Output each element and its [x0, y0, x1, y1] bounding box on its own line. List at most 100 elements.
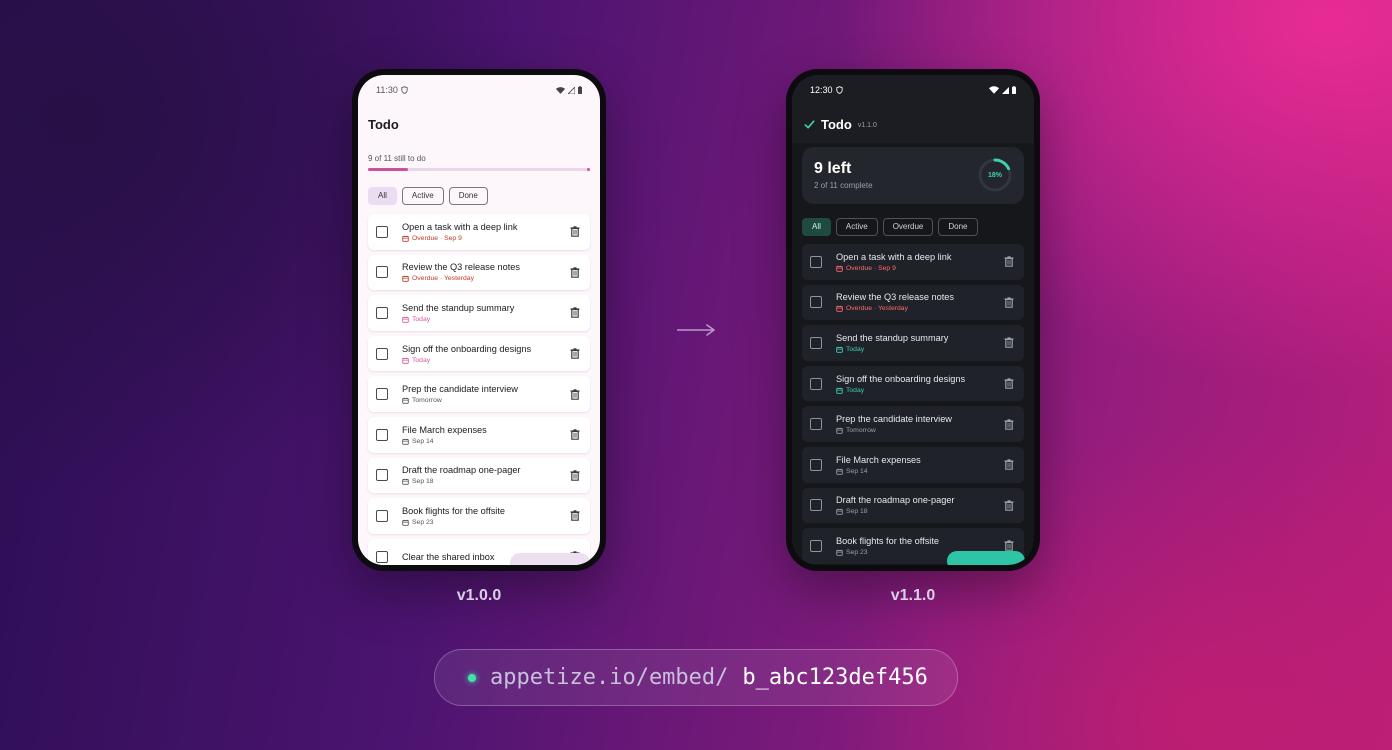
calendar-icon	[836, 427, 843, 434]
task-checkbox[interactable]	[810, 499, 822, 512]
task-text: Draft the roadmap one-pager Sep 18	[402, 465, 570, 485]
shield-icon	[835, 86, 843, 94]
filter-chips: All Active Done	[358, 171, 600, 205]
task-title: Draft the roadmap one-pager	[836, 495, 955, 506]
task-checkbox[interactable]	[810, 296, 822, 309]
task-checkbox[interactable]	[810, 336, 822, 349]
task-checkbox[interactable]	[376, 225, 388, 238]
task-due-label: Tomorrow	[846, 427, 876, 435]
task-checkbox[interactable]	[810, 255, 822, 268]
task-checkbox[interactable]	[810, 539, 822, 552]
calendar-icon	[836, 265, 843, 272]
task-row[interactable]: Send the standup summary Today	[368, 295, 590, 331]
filter-chip-active[interactable]: Active	[401, 187, 444, 205]
task-checkbox[interactable]	[810, 377, 822, 390]
task-row[interactable]: Open a task with a deep link Overdue · Se…	[802, 244, 1024, 280]
task-checkbox[interactable]	[376, 428, 388, 441]
filter-chip-all[interactable]: All	[368, 187, 397, 205]
phone-v1-0-0: 11:30 Todo 9 of 11 still to do All Active…	[352, 69, 606, 571]
trash-icon[interactable]	[570, 267, 580, 278]
task-title: Prep the candidate interview	[402, 384, 518, 395]
page-title: Todo	[368, 117, 399, 132]
task-due-label: Overdue · Yesterday	[412, 275, 474, 283]
trash-icon[interactable]	[570, 470, 580, 481]
calendar-icon	[836, 468, 843, 475]
task-text: Book flights for the offsite Sep 23	[402, 506, 570, 526]
task-due: Tomorrow	[402, 397, 570, 404]
add-task-fab[interactable]	[947, 551, 1025, 565]
task-due: Today	[402, 357, 570, 364]
summary-card: 9 left 2 of 11 complete 18%	[802, 147, 1024, 204]
calendar-icon	[836, 509, 843, 516]
task-row[interactable]: Book flights for the offsite Sep 23	[368, 498, 590, 534]
task-row[interactable]: Draft the roadmap one-pager Sep 18	[802, 487, 1024, 524]
calendar-icon	[402, 519, 409, 526]
task-row[interactable]: Prep the candidate interview Tomorrow	[368, 376, 590, 412]
version-label-left: v1.0.0	[456, 587, 502, 604]
version-badge: v1.1.0	[857, 121, 877, 129]
filter-chip-active[interactable]: Active	[835, 218, 878, 236]
wifi-icon	[556, 86, 565, 94]
task-text: File March expenses Sep 14	[836, 455, 1004, 475]
task-due: Today	[836, 346, 1004, 353]
trash-icon[interactable]	[1004, 256, 1014, 268]
task-checkbox[interactable]	[376, 469, 388, 482]
app-bar: Todo v1.1.0	[792, 105, 1034, 143]
trash-icon[interactable]	[1004, 378, 1014, 389]
task-row[interactable]: Review the Q3 release notes Overdue · Yes…	[802, 284, 1024, 321]
calendar-icon	[836, 387, 843, 394]
task-row[interactable]: File March expenses Sep 14	[802, 446, 1024, 483]
task-row[interactable]: Send the standup summary Today	[802, 325, 1024, 361]
task-due-label: Overdue · Sep 9	[412, 234, 462, 242]
task-text: Open a task with a deep link Overdue · Se…	[402, 222, 570, 242]
task-due-label: Overdue · Yesterday	[846, 305, 908, 313]
task-checkbox[interactable]	[376, 550, 388, 563]
calendar-icon	[402, 316, 409, 323]
filter-chip-overdue[interactable]: Overdue	[882, 218, 934, 236]
arrow-right-icon	[677, 324, 715, 336]
trash-icon[interactable]	[570, 388, 580, 400]
progress-bar-end-dot	[587, 168, 590, 171]
filter-chip-all[interactable]: All	[802, 218, 831, 236]
add-task-fab[interactable]	[510, 553, 590, 565]
trash-icon[interactable]	[570, 226, 580, 238]
task-checkbox[interactable]	[376, 266, 388, 279]
filter-chip-done[interactable]: Done	[938, 218, 978, 236]
task-row[interactable]: Sign off the onboarding designs Today	[802, 365, 1024, 402]
trash-icon[interactable]	[1004, 418, 1014, 430]
task-row[interactable]: Prep the candidate interview Tomorrow	[802, 406, 1024, 442]
task-checkbox[interactable]	[810, 418, 822, 431]
task-checkbox[interactable]	[376, 347, 388, 360]
trash-icon[interactable]	[1004, 459, 1014, 471]
trash-icon[interactable]	[1004, 337, 1014, 349]
progress-subtitle: 9 of 11 still to do	[368, 154, 426, 163]
light-screen: 11:30 Todo 9 of 11 still to do All Active…	[358, 75, 600, 565]
trash-icon[interactable]	[570, 429, 580, 441]
task-row[interactable]: Open a task with a deep link Overdue · Se…	[368, 214, 590, 250]
embed-url-bar[interactable]: appetize.io/embed/ b_abc123def456	[434, 649, 958, 706]
trash-icon[interactable]	[1004, 500, 1014, 511]
task-row[interactable]: File March expenses Sep 14	[368, 416, 590, 453]
filter-chip-done[interactable]: Done	[448, 187, 488, 205]
task-row[interactable]: Sign off the onboarding designs Today	[368, 335, 590, 372]
status-dot	[468, 673, 476, 682]
task-text: Review the Q3 release notes Overdue · Yes…	[836, 292, 1004, 312]
task-row[interactable]: Draft the roadmap one-pager Sep 18	[368, 457, 590, 494]
trash-icon[interactable]	[1004, 540, 1014, 552]
calendar-icon	[402, 276, 409, 283]
task-due: Tomorrow	[836, 427, 1004, 434]
task-checkbox[interactable]	[376, 388, 388, 401]
task-title: Sign off the onboarding designs	[836, 373, 966, 384]
progress-percent: 18%	[987, 171, 1002, 179]
calendar-icon	[836, 346, 843, 353]
task-checkbox[interactable]	[376, 306, 388, 319]
trash-icon[interactable]	[1004, 297, 1014, 308]
task-checkbox[interactable]	[810, 458, 822, 471]
signal-icon	[568, 86, 575, 94]
trash-icon[interactable]	[570, 510, 580, 522]
task-checkbox[interactable]	[376, 509, 388, 522]
task-title: Open a task with a deep link	[836, 251, 952, 262]
trash-icon[interactable]	[570, 307, 580, 319]
task-row[interactable]: Review the Q3 release notes Overdue · Yes…	[368, 254, 590, 291]
trash-icon[interactable]	[570, 348, 580, 359]
